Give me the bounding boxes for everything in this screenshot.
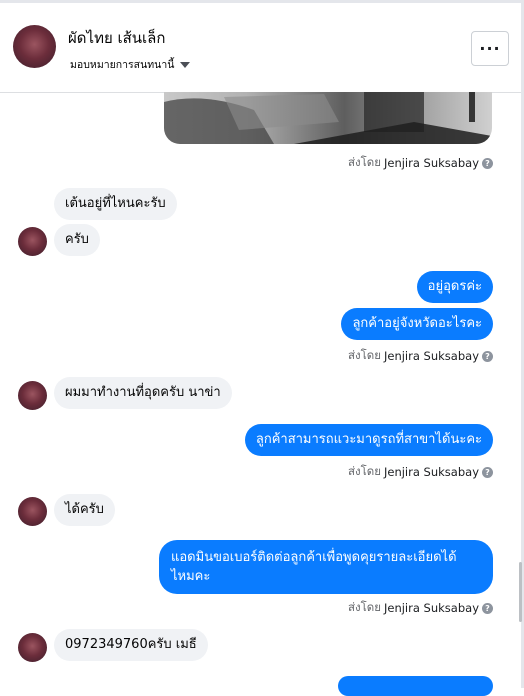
more-horizontal-icon: ··· <box>479 39 501 58</box>
sent-by-meta: ส่งโดย Jenjira Suksabay ? <box>348 599 493 617</box>
sent-by-name[interactable]: Jenjira Suksabay <box>384 601 479 615</box>
message-bubble-incoming[interactable]: ได้ครับ <box>54 494 115 526</box>
sent-by-meta: ส่งโดย Jenjira Suksabay ? <box>348 347 493 365</box>
help-icon[interactable]: ? <box>482 602 493 614</box>
message-bubble-outgoing[interactable]: ลูกค้าสามารถแวะมาดูรถที่สาขาได้นะคะ <box>244 424 493 456</box>
help-icon[interactable]: ? <box>482 350 493 362</box>
contact-avatar[interactable] <box>13 25 56 68</box>
caret-down-icon <box>180 61 191 68</box>
assign-conversation-dropdown[interactable]: มอบหมายการสนทนานี้ <box>70 56 191 73</box>
contact-avatar-small[interactable] <box>18 381 47 410</box>
conversation-header: ผัดไทย เส้นเล็ก มอบหมายการสนทนานี้ ··· <box>0 4 521 93</box>
more-options-button[interactable]: ··· <box>471 31 509 66</box>
sent-by-name[interactable]: Jenjira Suksabay <box>384 349 479 363</box>
sent-by-prefix: ส่งโดย <box>347 600 381 614</box>
message-bubble-outgoing[interactable]: อยู่อุดรค่ะ <box>416 271 493 303</box>
message-bubble-outgoing[interactable]: แอดมินขอเบอร์ติดต่อลูกค้าเพื่อพูดคุยรายล… <box>159 540 493 594</box>
message-bubble-incoming[interactable]: เต้นอยู่ที่ไหนคะรับ <box>54 188 177 220</box>
sent-by-meta: ส่งโดย Jenjira Suksabay ? <box>348 154 493 172</box>
help-icon[interactable]: ? <box>482 157 493 169</box>
sent-by-prefix: ส่งโดย <box>347 464 381 478</box>
message-bubble-incoming[interactable]: ผมมาทำงานที่อุดครับ นาข่า <box>54 377 232 409</box>
sent-by-meta: ส่งโดย Jenjira Suksabay ? <box>348 463 493 481</box>
car-interior-photo[interactable] <box>164 92 492 144</box>
contact-avatar-small[interactable] <box>18 227 47 256</box>
window-frame-top <box>0 0 524 3</box>
sent-by-prefix: ส่งโดย <box>347 348 381 362</box>
message-bubble-incoming[interactable]: ครับ <box>54 224 100 256</box>
message-bubble-outgoing[interactable]: ลูกค้าอยู่จังหวัดอะไรคะ <box>341 308 493 340</box>
sent-by-name[interactable]: Jenjira Suksabay <box>384 465 479 479</box>
scrollbar-thumb[interactable] <box>519 562 522 622</box>
message-line: ไหมคะ <box>171 569 211 584</box>
sent-by-prefix: ส่งโดย <box>347 155 381 169</box>
assign-conversation-label: มอบหมายการสนทนานี้ <box>70 59 175 71</box>
contact-name[interactable]: ผัดไทย เส้นเล็ก <box>68 26 165 50</box>
message-bubble-incoming[interactable]: 0972349760ครับ เมธี <box>54 629 208 661</box>
contact-avatar-small[interactable] <box>18 633 47 662</box>
help-icon[interactable]: ? <box>482 466 493 478</box>
message-bubble-outgoing-partial[interactable] <box>338 676 493 696</box>
sent-by-name[interactable]: Jenjira Suksabay <box>384 156 479 170</box>
message-line: แอดมินขอเบอร์ติดต่อลูกค้าเพื่อพูดคุยรายล… <box>171 550 457 565</box>
contact-avatar-small[interactable] <box>18 497 47 526</box>
